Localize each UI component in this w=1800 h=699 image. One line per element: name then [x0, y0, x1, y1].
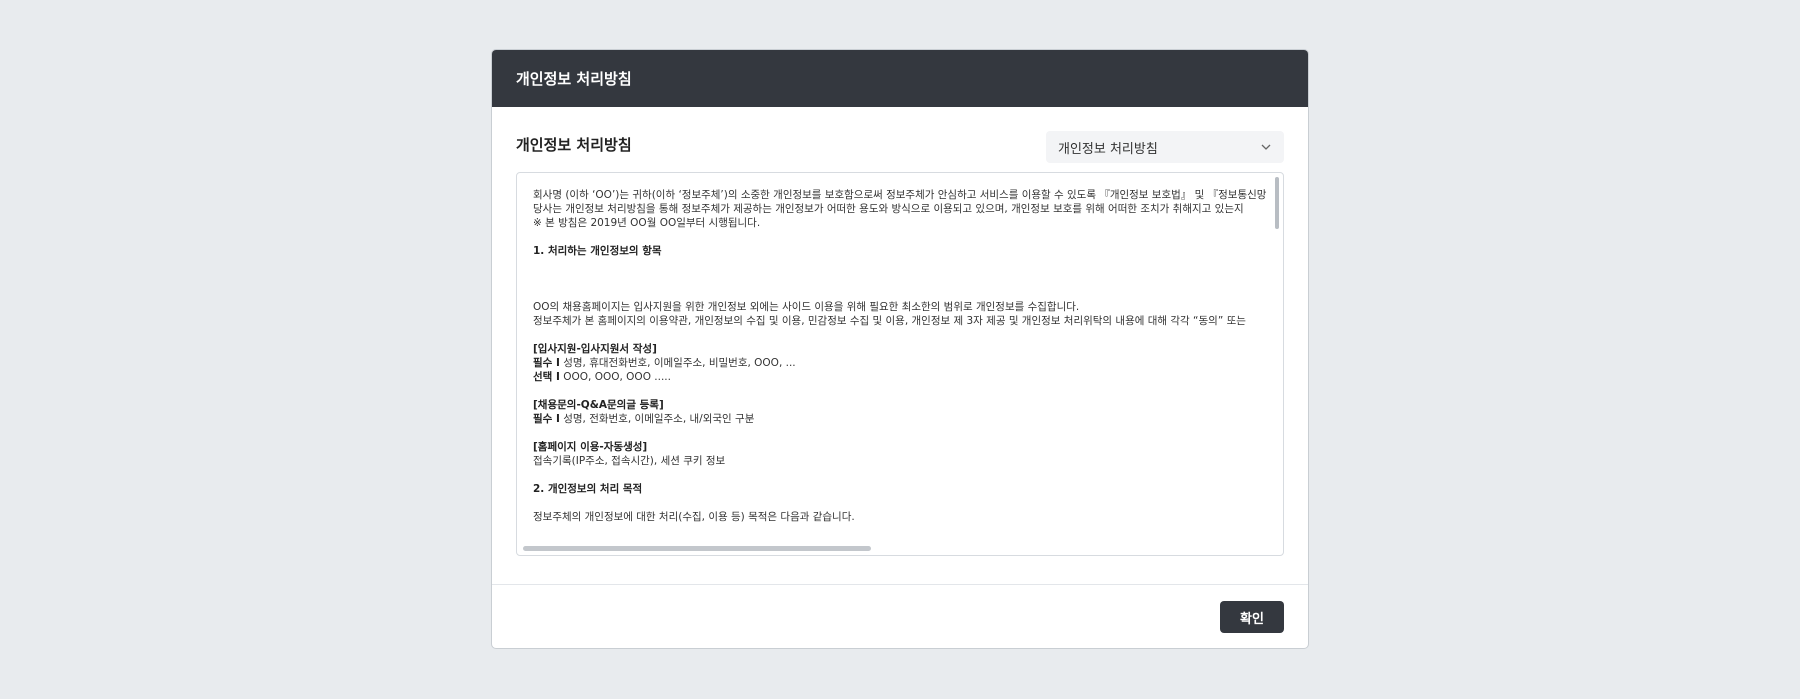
group-row: 선택 I OOO, OOO, OOO .....	[533, 370, 1273, 384]
chevron-down-icon	[1260, 141, 1272, 153]
intro-line: ※ 본 방침은 2019년 OO월 OO일부터 시행됩니다.	[533, 217, 761, 229]
section-line: 정보주체의 개인정보에 대한 처리(수집, 이용 등) 목적은 다음과 같습니다…	[533, 511, 855, 523]
row-label: 선택 I	[533, 371, 560, 383]
body-head: 개인정보 처리방침 개인정보 처리방침	[516, 107, 1284, 177]
select-value: 개인정보 처리방침	[1058, 141, 1158, 157]
confirm-button[interactable]: 확인	[1220, 601, 1284, 633]
policy-title: 개인정보 처리방침	[516, 136, 632, 154]
policy-version-select[interactable]: 개인정보 처리방침	[1046, 131, 1284, 163]
vertical-scrollbar[interactable]	[1275, 177, 1279, 229]
group-heading: [채용문의-Q&A문의글 등록]	[533, 399, 664, 411]
group-heading: [홈페이지 이용-자동생성]	[533, 441, 648, 453]
policy-content: 회사명 (이하 ‘OO’)는 귀하(이하 ‘정보주체’)의 소중한 개인정보를 …	[533, 188, 1273, 524]
horizontal-scrollbar[interactable]	[523, 546, 871, 551]
row-text: 성명, 휴대전화번호, 이메일주소, 비밀번호, OOO, ...	[559, 357, 796, 369]
group-heading: [입사지원-입사지원서 작성]	[533, 343, 657, 355]
modal-title: 개인정보 처리방침	[516, 70, 632, 88]
section-heading: 1. 처리하는 개인정보의 항목	[533, 245, 662, 257]
row-text: 접속기록(IP주소, 접속시간), 세션 쿠키 정보	[533, 455, 726, 467]
group-row: 필수 I 성명, 휴대전화번호, 이메일주소, 비밀번호, OOO, ...	[533, 356, 1273, 370]
row-text: 성명, 전화번호, 이메일주소, 내/외국인 구분	[559, 413, 755, 425]
intro-line: 회사명 (이하 ‘OO’)는 귀하(이하 ‘정보주체’)의 소중한 개인정보를 …	[533, 189, 1267, 201]
policy-content-box[interactable]: 회사명 (이하 ‘OO’)는 귀하(이하 ‘정보주체’)의 소중한 개인정보를 …	[516, 172, 1284, 556]
row-text: OOO, OOO, OOO .....	[559, 371, 671, 383]
section-line: 정보주체가 본 홈페이지의 이용약관, 개인정보의 수집 및 이용, 민감정보 …	[533, 315, 1246, 327]
modal-body: 개인정보 처리방침 개인정보 처리방침	[516, 107, 1284, 177]
modal-footer: 확인	[492, 584, 1308, 648]
group-row: 필수 I 성명, 전화번호, 이메일주소, 내/외국인 구분	[533, 412, 1273, 426]
section-line: OO의 채용홈페이지는 입사지원을 위한 개인정보 외에는 사이드 이용을 위해…	[533, 301, 1080, 313]
section-heading: 2. 개인정보의 처리 목적	[533, 483, 643, 495]
group-row: 접속기록(IP주소, 접속시간), 세션 쿠키 정보	[533, 454, 1273, 468]
row-label: 필수 I	[533, 413, 560, 425]
intro-line: 당사는 개인정보 처리방침을 통해 정보주체가 제공하는 개인정보가 어떠한 용…	[533, 203, 1244, 215]
modal-header: 개인정보 처리방침	[492, 50, 1308, 107]
privacy-policy-modal: 개인정보 처리방침 개인정보 처리방침 개인정보 처리방침 회사명 (이하 ‘O…	[492, 50, 1308, 648]
row-label: 필수 I	[533, 357, 560, 369]
